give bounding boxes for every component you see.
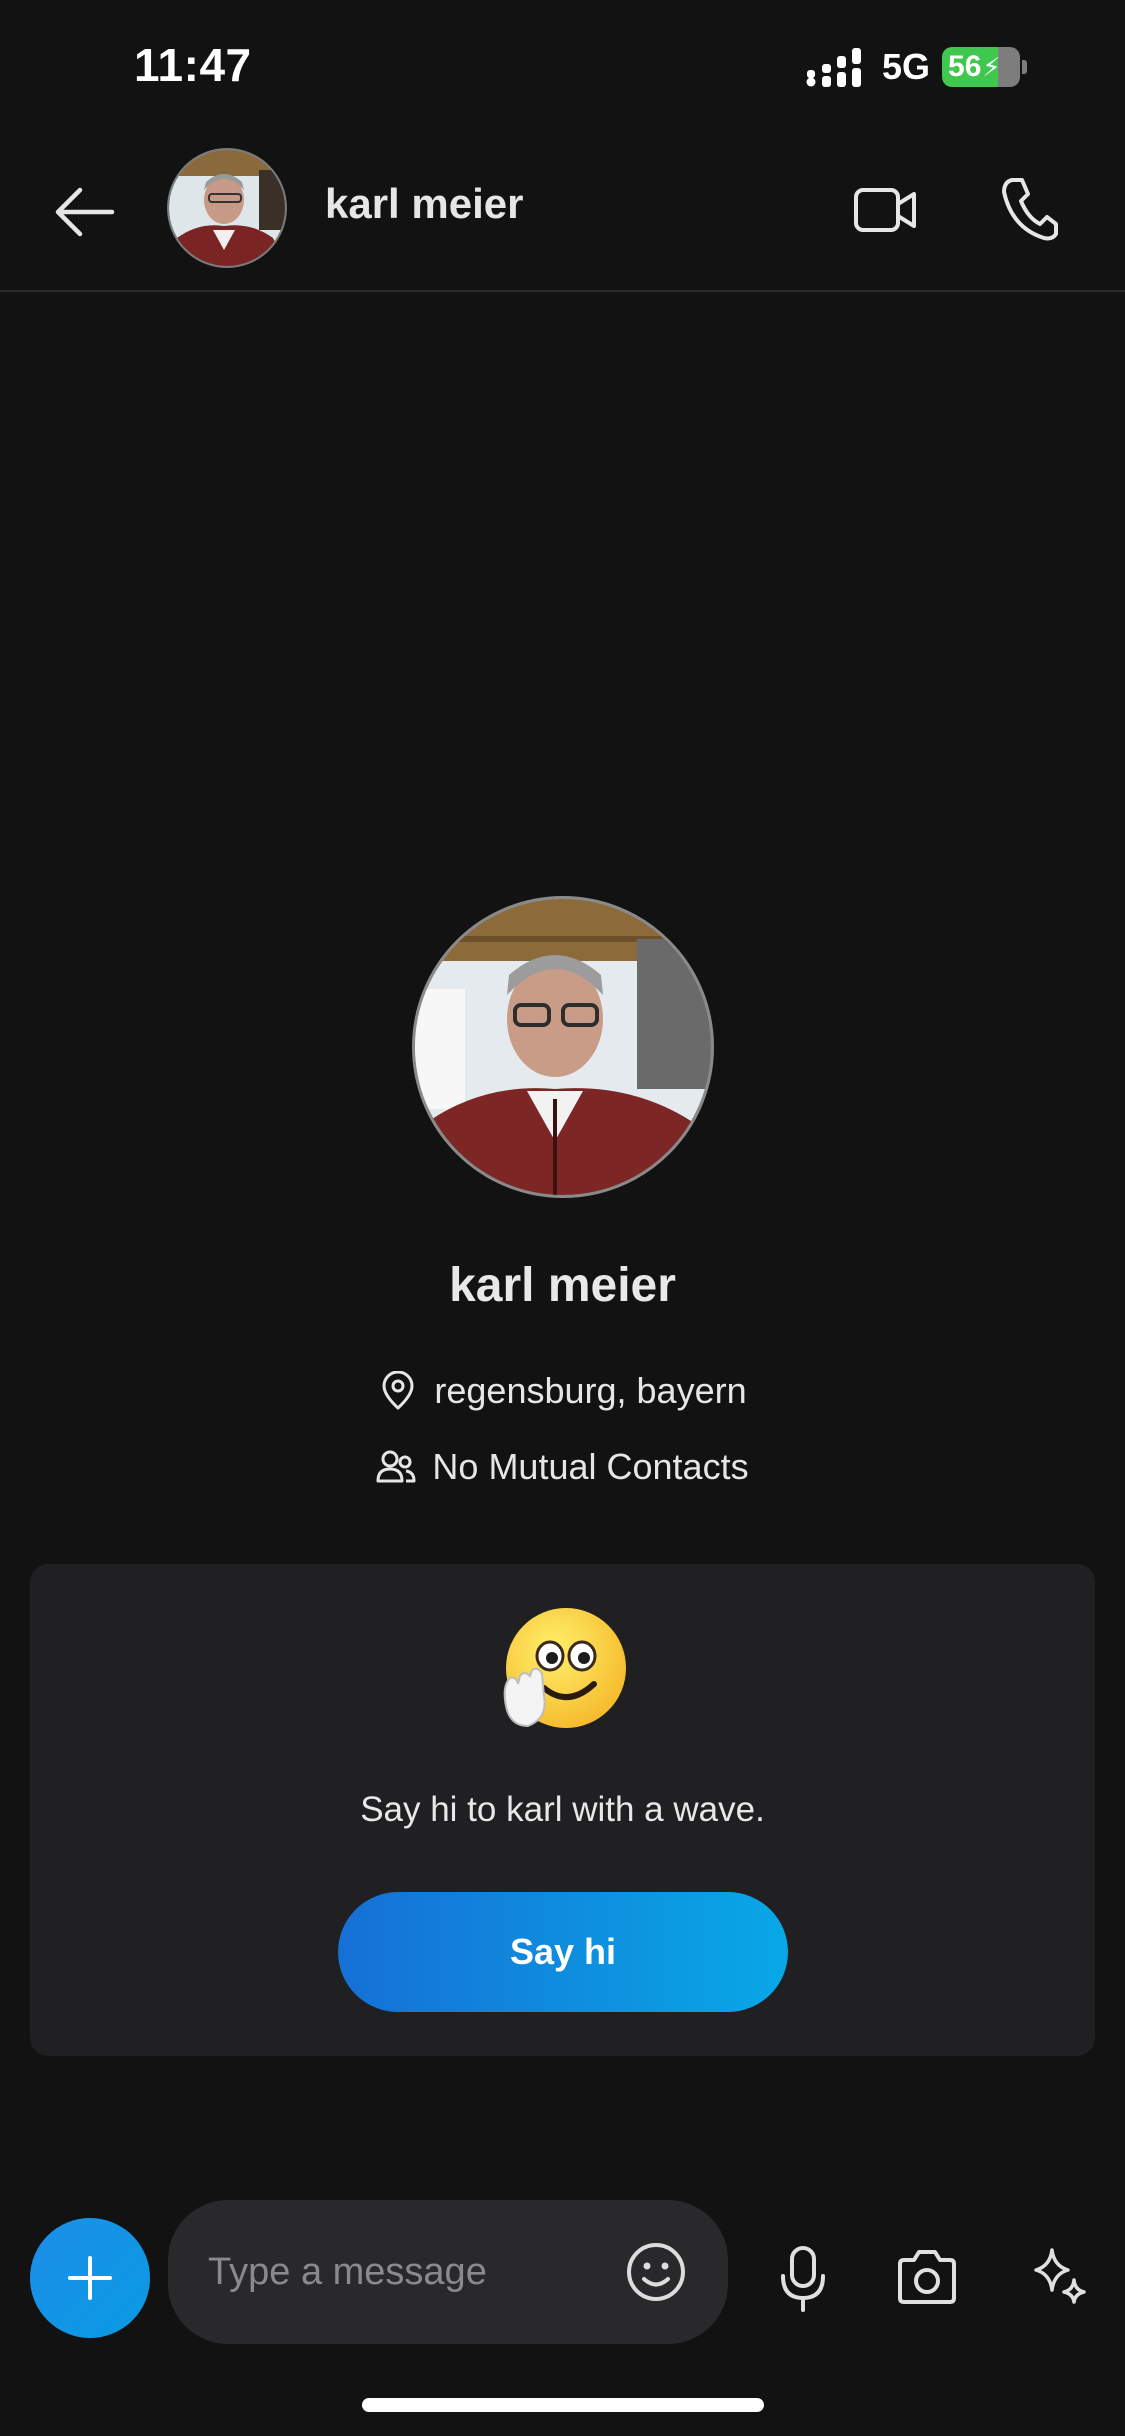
arrow-left-icon[interactable] [50, 178, 118, 246]
mutual-contacts-text: No Mutual Contacts [432, 1446, 749, 1487]
add-content-button[interactable] [30, 2218, 150, 2338]
profile-avatar[interactable] [412, 896, 714, 1198]
sparkle-icon[interactable] [1028, 2244, 1090, 2306]
header-contact-name[interactable]: karl meier [325, 180, 523, 228]
smiley-icon[interactable] [624, 2240, 688, 2304]
camera-icon[interactable] [894, 2248, 960, 2306]
chat-screen: 11:47 5G 56 ⚡ karl meier karl meier rege… [0, 0, 1125, 2436]
profile-name: karl meier [449, 1259, 676, 1312]
signal-icon [806, 48, 861, 87]
video-camera-icon[interactable] [852, 180, 918, 240]
message-field [168, 2200, 728, 2344]
contact-avatar[interactable] [167, 148, 287, 268]
profile-mutual-contacts: No Mutual Contacts [0, 1446, 1125, 1488]
charging-bolt-icon: ⚡ [982, 51, 1001, 82]
status-time: 11:47 [134, 39, 252, 91]
microphone-icon[interactable] [778, 2244, 828, 2312]
chat-header: karl meier [0, 140, 1125, 292]
profile-location: regensburg, bayern [0, 1370, 1125, 1412]
waving-smiley-icon[interactable] [498, 1606, 628, 1736]
message-input[interactable] [208, 2240, 628, 2304]
people-icon [376, 1450, 416, 1483]
say-hi-button[interactable]: Say hi [338, 1892, 788, 2012]
battery-level: 56 [948, 50, 982, 83]
network-type: 5G [882, 46, 931, 87]
plus-icon [68, 2256, 112, 2300]
battery-indicator: 56 ⚡ [942, 47, 1021, 87]
home-indicator [362, 2398, 764, 2412]
status-indicators: 5G 56 ⚡ [806, 44, 1028, 90]
wave-prompt: Say hi to karl with a wave. [360, 1790, 765, 1829]
wave-card: Say hi to karl with a wave. Say hi [30, 1564, 1095, 2056]
location-text: regensburg, bayern [434, 1370, 747, 1411]
battery-nub [1022, 60, 1028, 74]
location-pin-icon [382, 1371, 414, 1410]
avatar-photo [169, 150, 285, 266]
phone-icon[interactable] [998, 174, 1058, 242]
profile-photo [415, 899, 711, 1195]
